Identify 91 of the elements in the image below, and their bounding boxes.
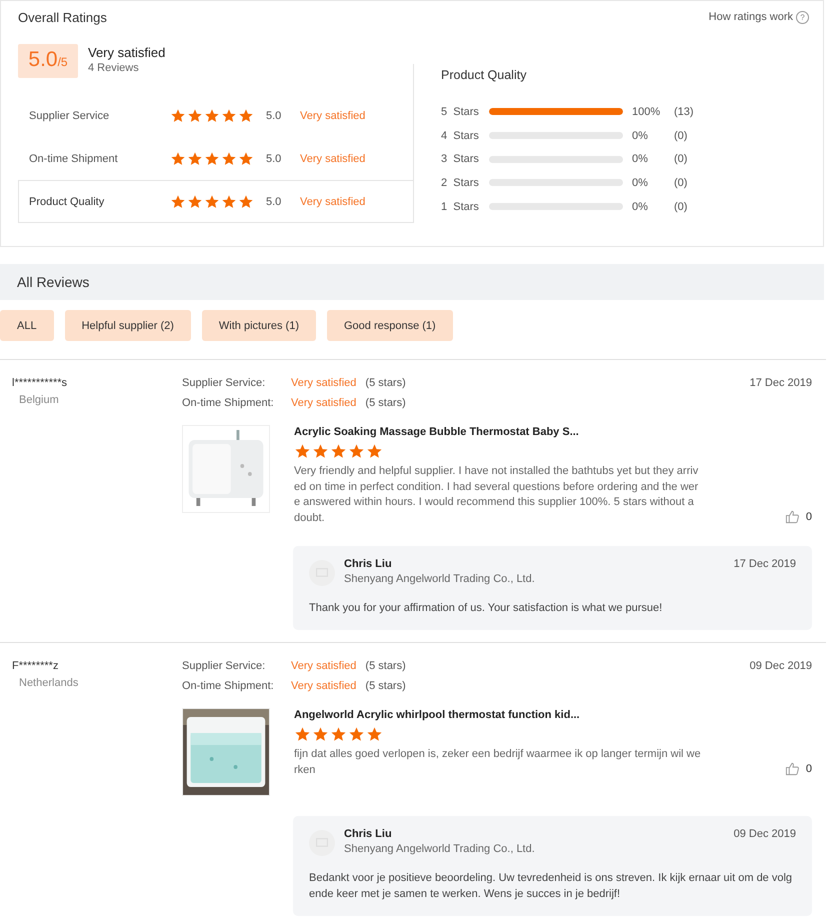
star-icon: [187, 194, 203, 210]
rating-verdict: Very satisfied: [291, 377, 356, 391]
like-count: 0: [806, 762, 812, 774]
rating-stars-text: (5 stars): [365, 377, 406, 391]
review-count: 4 Reviews: [88, 62, 140, 74]
rating-category[interactable]: On-time Shipment 5.0 Very satisfied: [18, 137, 413, 180]
help-icon: ?: [796, 10, 809, 24]
star-label: 1 Stars: [441, 200, 480, 213]
reviewer-country: Belgium: [19, 394, 60, 406]
star-icon: [294, 443, 311, 460]
rating-label: Supplier Service:: [182, 377, 266, 391]
star-icon: [348, 726, 365, 743]
rating-label: On-time Shipment:: [182, 680, 275, 694]
percent-text: 0%: [632, 200, 649, 213]
company-name: Shenyang Angelworld Trading Co., Ltd.: [344, 843, 536, 855]
rating-verdict: Very satisfied: [291, 397, 356, 411]
reviewer-name: F********z: [12, 660, 60, 672]
star-icon: [238, 108, 254, 124]
reviewer-name: l***********s: [12, 377, 68, 389]
star-icon: [221, 150, 237, 166]
star-label: 3 Stars: [441, 153, 480, 166]
product-name[interactable]: Acrylic Soaking Massage Bubble Thermostat Baby S...: [294, 426, 812, 438]
reviewer-country: Netherlands: [19, 677, 80, 689]
count-text: (13): [674, 106, 694, 118]
help-link[interactable]: How ratings work ?: [708, 10, 809, 24]
like-count: 0: [806, 510, 812, 522]
star-label: 2 Stars: [441, 176, 480, 189]
star-icon: [366, 443, 383, 460]
review-text: fijn dat alles goed verlopen is, zeker een bedrijf waarmee ik op langer termijn wil werken: [294, 747, 702, 778]
star-label: 5 Stars: [441, 106, 480, 118]
count-text: (0): [674, 200, 688, 213]
rating-label: Supplier Service:: [182, 660, 266, 674]
count-text: (0): [674, 153, 688, 166]
product-name[interactable]: Angelworld Acrylic whirlpool thermostat function kid...: [294, 709, 812, 721]
star-icon: [294, 726, 311, 743]
star-icon: [312, 443, 329, 460]
star-label: 4 Stars: [441, 130, 480, 142]
star-icon: [187, 108, 203, 124]
percent-text: 0%: [632, 153, 649, 166]
star-icon: [238, 150, 254, 166]
star-icon: [330, 443, 347, 460]
rating-stars-text: (5 stars): [365, 397, 406, 411]
star-icon: [221, 108, 237, 124]
star-icon: [312, 726, 329, 743]
reply-text: Bedankt voor je positieve beoordeling. Uw tevredenheid is ons streven. Ik kijk ernaar uit om de volgende keer met je samen te werken. Wens je succes in je bedrijf!: [309, 871, 794, 902]
verdict-text: Very satisfied: [88, 45, 166, 60]
star-icon: [187, 150, 203, 166]
review-date: 09 Dec 2019: [750, 660, 812, 674]
percent-text: 0%: [632, 176, 649, 189]
filter-chip[interactable]: Helpful supplier (2): [64, 310, 191, 341]
section-title: Overall Ratings: [18, 10, 107, 24]
reply-date: 09 Dec 2019: [734, 828, 796, 840]
star-icon: [170, 150, 186, 166]
star-icon: [204, 194, 220, 210]
percent-text: 100%: [632, 106, 662, 118]
star-icon: [348, 443, 365, 460]
star-icon: [366, 726, 383, 743]
rating-stars-text: (5 stars): [365, 660, 406, 674]
star-icon: [204, 108, 220, 124]
rating-category[interactable]: Product Quality 5.0 Very satisfied: [18, 180, 413, 223]
avatar-icon: [309, 560, 335, 586]
thumbs-up-icon[interactable]: [784, 509, 800, 524]
rating-label: On-time Shipment:: [182, 397, 275, 411]
filter-chip[interactable]: ALL: [0, 310, 54, 341]
star-icon: [170, 194, 186, 210]
count-text: (0): [674, 176, 688, 189]
star-icon: [170, 108, 186, 124]
reply-date: 17 Dec 2019: [734, 558, 796, 570]
breakdown-title: Product Quality: [441, 68, 528, 82]
star-icon: [204, 150, 220, 166]
reviews-header: All Reviews: [0, 264, 824, 300]
filter-chip[interactable]: Good response (1): [326, 310, 453, 341]
filter-chip[interactable]: With pictures (1): [202, 310, 316, 341]
percent-text: 0%: [632, 130, 649, 142]
review-date: 17 Dec 2019: [750, 377, 812, 391]
replier-name: Chris Liu: [344, 828, 393, 840]
rating-category[interactable]: Supplier Service 5.0 Very satisfied: [18, 94, 413, 137]
thumbs-up-icon[interactable]: [784, 761, 800, 776]
score-badge: 5.0/5: [18, 44, 78, 78]
company-name: Shenyang Angelworld Trading Co., Ltd.: [344, 573, 536, 585]
avatar-icon: [309, 830, 335, 856]
star-icon: [221, 194, 237, 210]
star-icon: [238, 194, 254, 210]
count-text: (0): [674, 130, 688, 142]
reply-text: Thank you for your affirmation of us. Your satisfaction is what we pursue!: [309, 601, 664, 616]
star-icon: [330, 726, 347, 743]
rating-verdict: Very satisfied: [291, 660, 356, 674]
rating-stars-text: (5 stars): [365, 680, 406, 694]
review-text: Very friendly and helpful supplier. I have not installed the bathtubs yet but they arrived on time in perfect condition. I had several questions before ordering and the were answered within hours. I would recommend this supplier 100%. 5 stars without a doubt.: [294, 464, 700, 526]
replier-name: Chris Liu: [344, 558, 393, 570]
rating-verdict: Very satisfied: [291, 680, 356, 694]
